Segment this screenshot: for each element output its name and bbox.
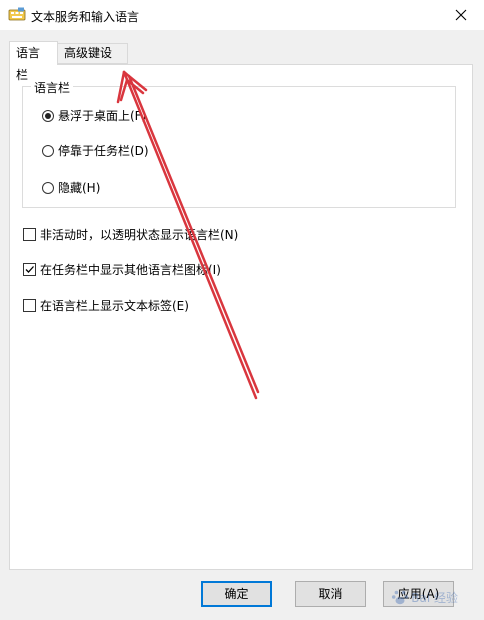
checkbox-label: 非活动时，以透明状态显示语言栏(N) bbox=[40, 228, 239, 242]
radio-label: 停靠于任务栏(D) bbox=[58, 144, 149, 158]
ok-button[interactable]: 确定 bbox=[201, 581, 272, 607]
cancel-button[interactable]: 取消 bbox=[295, 581, 366, 607]
radio-button[interactable] bbox=[42, 144, 54, 157]
watermark: Bai 经验 bbox=[391, 588, 458, 606]
tab-advanced-key-settings[interactable]: 高级键设置 bbox=[58, 43, 128, 79]
radio-label: 悬浮于桌面上(F) bbox=[58, 109, 147, 123]
title-bar: 文本服务和输入语言 bbox=[0, 0, 484, 30]
watermark-text: Bai 经验 bbox=[411, 590, 458, 605]
groupbox-legend: 语言栏 bbox=[31, 79, 74, 96]
radio-dock-in-taskbar[interactable]: 停靠于任务栏(D) bbox=[42, 142, 149, 159]
paw-logo-icon bbox=[392, 590, 409, 605]
checkbox-label: 在语言栏上显示文本标签(E) bbox=[40, 299, 189, 313]
checkmark-icon bbox=[25, 266, 34, 273]
close-button[interactable] bbox=[438, 0, 484, 30]
keyboard-app-icon bbox=[8, 7, 26, 23]
window-title: 文本服务和输入语言 bbox=[31, 10, 140, 24]
checkbox[interactable] bbox=[23, 228, 36, 241]
close-icon bbox=[455, 9, 467, 21]
tab-language-bar[interactable]: 语言栏 bbox=[9, 41, 58, 82]
radio-float-on-desktop[interactable]: 悬浮于桌面上(F) bbox=[42, 107, 146, 124]
checkbox-show-text-labels[interactable]: 在语言栏上显示文本标签(E) bbox=[23, 297, 189, 314]
checkbox[interactable] bbox=[23, 299, 36, 312]
radio-hidden[interactable]: 隐藏(H) bbox=[42, 179, 100, 196]
radio-button[interactable] bbox=[42, 109, 54, 122]
checkbox-label: 在任务栏中显示其他语言栏图标(I) bbox=[40, 263, 221, 277]
radio-button[interactable] bbox=[42, 181, 54, 194]
radio-label: 隐藏(H) bbox=[58, 181, 101, 195]
checkbox-transparent-when-inactive[interactable]: 非活动时，以透明状态显示语言栏(N) bbox=[23, 226, 238, 243]
checkbox-show-additional-icons[interactable]: 在任务栏中显示其他语言栏图标(I) bbox=[23, 261, 221, 278]
checkbox[interactable] bbox=[23, 263, 36, 276]
